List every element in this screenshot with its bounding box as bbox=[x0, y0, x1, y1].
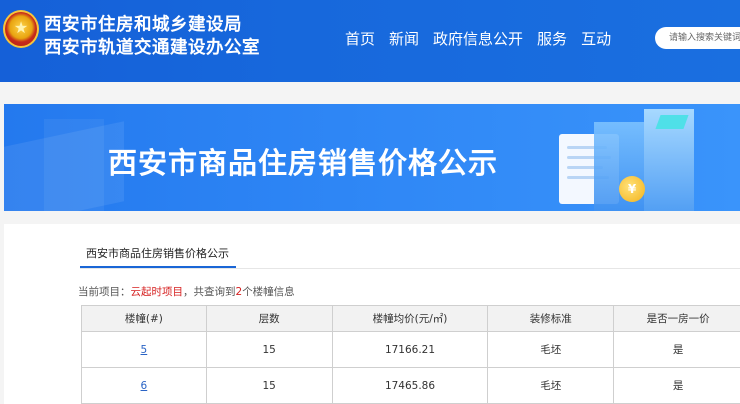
col-one-price: 是否一房一价 bbox=[613, 305, 740, 332]
cell-one-price: 是 bbox=[613, 331, 740, 368]
coin-icon: ¥ bbox=[619, 176, 645, 202]
nav-news[interactable]: 新闻 bbox=[389, 28, 419, 49]
cell-decoration: 毛坯 bbox=[487, 367, 615, 404]
nav-interact[interactable]: 互动 bbox=[581, 28, 611, 49]
page-banner: 西安市商品住房销售价格公示 ¥ bbox=[4, 104, 740, 211]
tab-price-publicity[interactable]: 西安市商品住房销售价格公示 bbox=[86, 245, 229, 261]
org-name-line1[interactable]: 西安市住房和城乡建设局 bbox=[44, 11, 242, 36]
nav-gov-info[interactable]: 政府信息公开 bbox=[433, 28, 523, 49]
cell-building: 5 bbox=[81, 331, 207, 368]
table-row: 6 15 17465.86 毛坯 是 bbox=[81, 367, 740, 404]
cell-floors: 15 bbox=[205, 367, 333, 404]
col-building: 楼幢(#) bbox=[81, 305, 207, 332]
summary-suffix: 个楼幢信息 bbox=[242, 286, 295, 298]
col-avg-price: 楼幢均价(元/㎡) bbox=[331, 305, 489, 332]
banner-title: 西安市商品住房销售价格公示 bbox=[108, 146, 499, 180]
national-emblem-icon bbox=[3, 10, 39, 48]
site-header: 西安市住房和城乡建设局 西安市轨道交通建设办公室 首页 新闻 政府信息公开 服务… bbox=[0, 0, 740, 82]
cell-building: 6 bbox=[81, 367, 207, 404]
building-illustration bbox=[644, 109, 694, 211]
cell-decoration: 毛坯 bbox=[487, 331, 615, 368]
banner-decoration bbox=[44, 119, 104, 211]
building-link[interactable]: 6 bbox=[141, 380, 148, 392]
query-summary: 当前项目：云起时项目，共查询到2个楼幢信息 bbox=[78, 284, 295, 299]
main-nav: 首页 新闻 政府信息公开 服务 互动 bbox=[345, 28, 625, 49]
building-price-table: 楼幢(#) 层数 楼幢均价(元/㎡) 装修标准 是否一房一价 5 15 1716… bbox=[81, 305, 740, 404]
cell-floors: 15 bbox=[205, 331, 333, 368]
project-name: 云起时项目 bbox=[130, 286, 184, 298]
org-name-line2[interactable]: 西安市轨道交通建设办公室 bbox=[44, 34, 260, 59]
table-header-row: 楼幢(#) 层数 楼幢均价(元/㎡) 装修标准 是否一房一价 bbox=[81, 305, 740, 332]
summary-middle: ，共查询到 bbox=[183, 286, 236, 298]
building-link[interactable]: 5 bbox=[141, 344, 148, 356]
cell-avg-price: 17465.86 bbox=[331, 367, 489, 404]
cell-one-price: 是 bbox=[613, 367, 740, 404]
nav-service[interactable]: 服务 bbox=[537, 28, 567, 49]
nav-home[interactable]: 首页 bbox=[345, 28, 375, 49]
summary-prefix: 当前项目： bbox=[78, 286, 131, 298]
table-row: 5 15 17166.21 毛坯 是 bbox=[81, 331, 740, 368]
content-panel: 西安市商品住房销售价格公示 当前项目：云起时项目，共查询到2个楼幢信息 楼幢(#… bbox=[4, 224, 740, 404]
search-input[interactable]: 请输入搜索关键词 bbox=[655, 27, 740, 49]
col-floors: 层数 bbox=[205, 305, 333, 332]
divider bbox=[80, 268, 740, 269]
cell-avg-price: 17166.21 bbox=[331, 331, 489, 368]
col-decoration: 装修标准 bbox=[487, 305, 615, 332]
